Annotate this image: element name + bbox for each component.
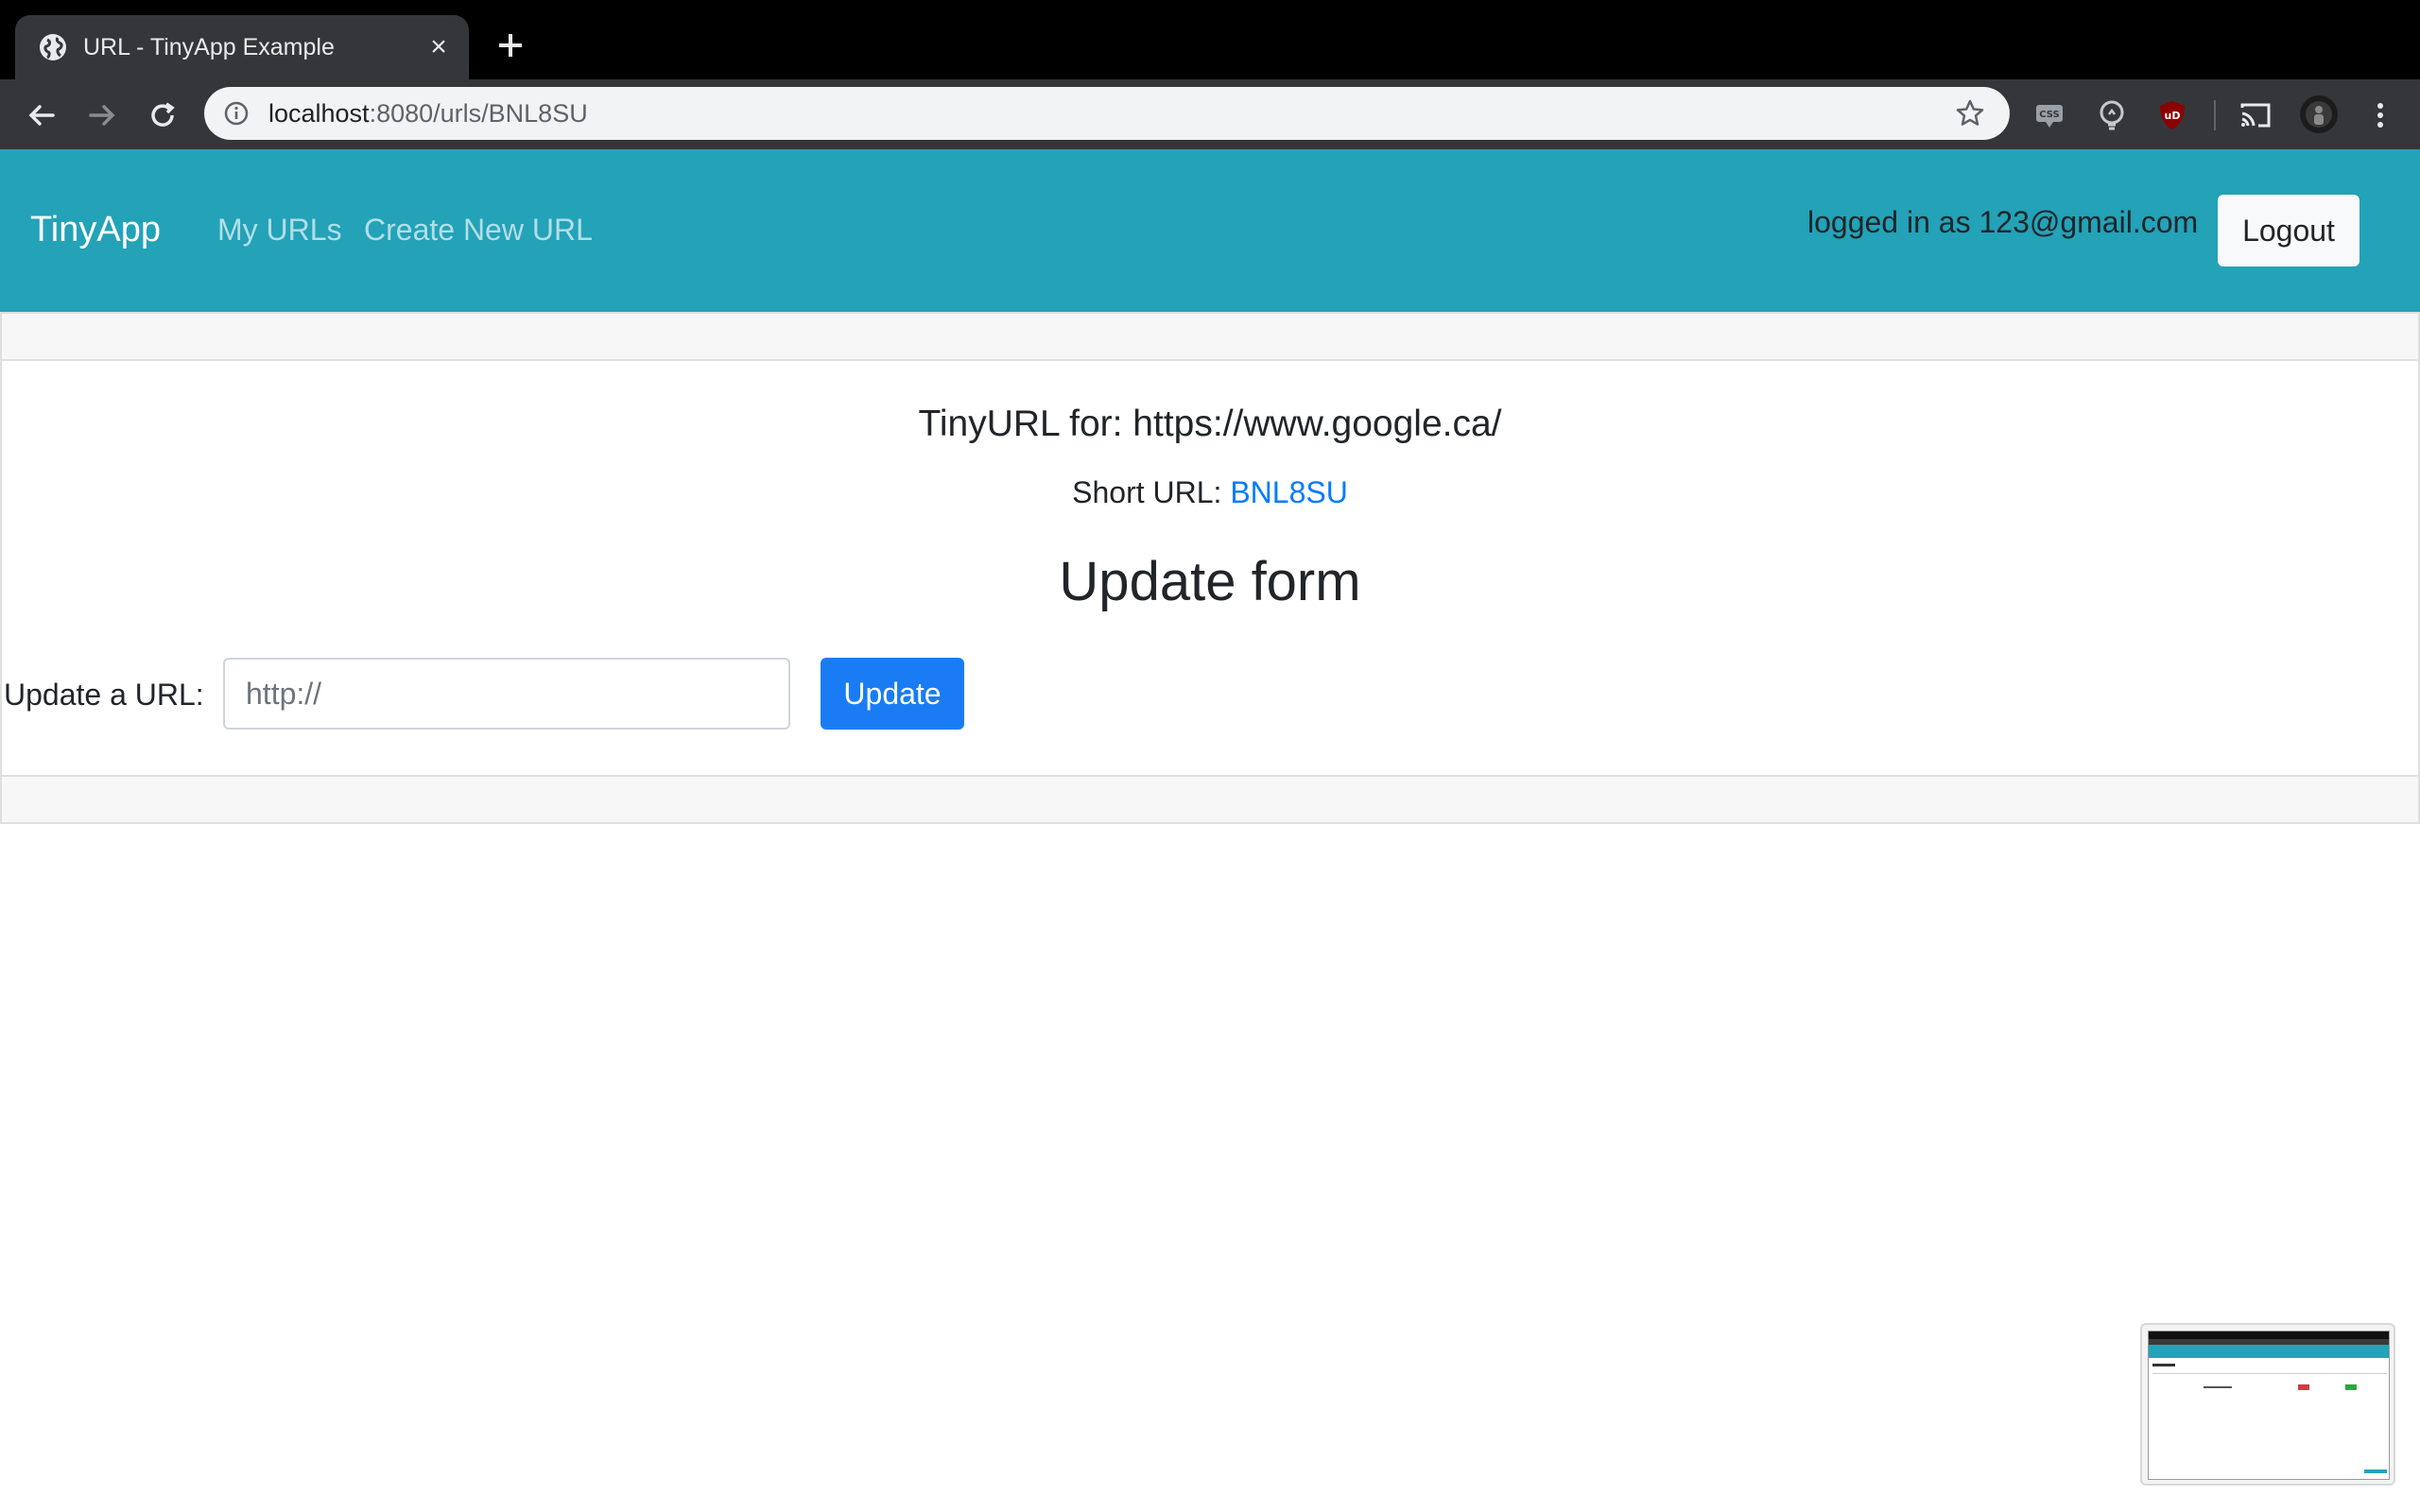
url-text: localhost:8080/urls/BNL8SU	[268, 98, 588, 129]
card-footer	[2, 775, 2418, 822]
profile-avatar-icon[interactable]	[2299, 94, 2339, 134]
browser-toolbar: localhost:8080/urls/BNL8SU CSS uD	[0, 79, 2420, 149]
thumb-delete-btn	[2298, 1384, 2309, 1390]
screenshot-thumbnail[interactable]	[2140, 1323, 2395, 1486]
url-path: :8080/urls/BNL8SU	[369, 99, 588, 128]
brand-logo[interactable]: TinyApp	[30, 206, 161, 253]
forward-arrow-icon[interactable]	[83, 96, 121, 134]
thumb-edit-btn	[2345, 1384, 2357, 1390]
thumb-navbar	[2149, 1345, 2389, 1358]
browser-tab[interactable]: URL - TinyApp Example ×	[15, 15, 469, 79]
globe-icon	[40, 34, 66, 60]
thumb-row	[2204, 1386, 2232, 1388]
svg-text:CSS: CSS	[2039, 110, 2059, 120]
nav-link-create-new-url[interactable]: Create New URL	[364, 208, 593, 251]
nav-link-my-urls[interactable]: My URLs	[217, 208, 342, 251]
short-url-label: Short URL:	[1072, 475, 1231, 509]
thumb-heading	[2152, 1364, 2175, 1366]
short-url-link[interactable]: BNL8SU	[1230, 475, 1348, 509]
cast-icon[interactable]	[2238, 98, 2273, 132]
thumb-chrome	[2149, 1332, 2389, 1339]
plus-icon[interactable]	[492, 26, 529, 64]
bookmark-star-icon[interactable]	[1955, 98, 1985, 129]
card-header	[2, 314, 2418, 361]
back-arrow-icon[interactable]	[23, 96, 60, 134]
update-url-input[interactable]	[223, 658, 790, 730]
info-icon[interactable]	[223, 100, 250, 127]
url-card: TinyURL for: https://www.google.ca/ Shor…	[0, 312, 2420, 824]
url-host: localhost	[268, 99, 370, 128]
logout-button[interactable]: Logout	[2218, 195, 2360, 266]
reload-icon[interactable]	[144, 96, 182, 134]
login-status: logged in as 123@gmail.com	[1807, 205, 2199, 239]
extension-css-icon[interactable]: CSS	[2032, 98, 2066, 132]
update-button[interactable]: Update	[821, 658, 964, 730]
address-bar[interactable]: localhost:8080/urls/BNL8SU	[204, 87, 2010, 140]
svg-text:uD: uD	[2165, 110, 2181, 122]
browser-tabstrip: URL - TinyApp Example ×	[0, 0, 2420, 79]
short-url-line: Short URL: BNL8SU	[2, 471, 2418, 514]
tab-title: URL - TinyApp Example	[83, 34, 335, 60]
more-vertical-icon[interactable]	[2363, 98, 2397, 132]
thumbnail-image	[2148, 1331, 2390, 1480]
card-title: TinyURL for: https://www.google.ca/	[918, 404, 1502, 444]
close-icon[interactable]: ×	[424, 32, 454, 62]
toolbar-separator	[2214, 100, 2216, 130]
update-url-label: Update a URL:	[4, 678, 204, 712]
app-navbar: TinyApp My URLs Create New URL logged in…	[0, 149, 2420, 312]
form-title: Update form	[1059, 551, 1361, 612]
thumb-rule	[2152, 1373, 2387, 1374]
thumb-corner	[2364, 1469, 2387, 1473]
extension-bulb-icon[interactable]	[2095, 98, 2129, 132]
ublock-shield-icon[interactable]: uD	[2155, 98, 2189, 132]
